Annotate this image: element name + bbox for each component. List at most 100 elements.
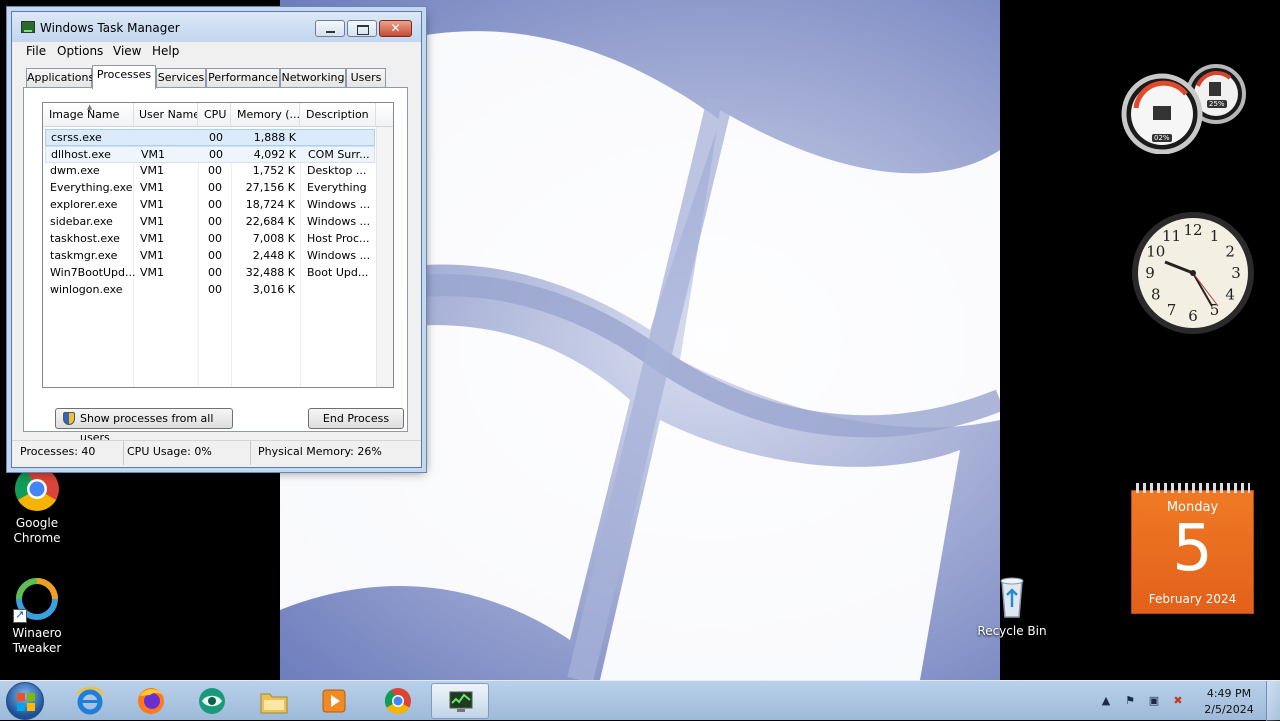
menu-file[interactable]: File (26, 44, 46, 58)
tab-services[interactable]: Services (156, 68, 206, 88)
close-button[interactable]: ✕ (379, 20, 412, 37)
menu-bar: File Options View Help (12, 42, 421, 62)
process-row[interactable]: dwm.exe VM1 00 1,752 K Desktop ... (45, 163, 375, 180)
process-user: VM1 (141, 148, 166, 161)
clock-gadget[interactable]: 12 1 2 3 4 5 6 7 8 9 10 11 (1130, 210, 1256, 336)
tab-processes[interactable]: Processes (92, 65, 156, 89)
show-desktop-button[interactable] (1266, 681, 1280, 721)
process-cpu: 00 (209, 148, 223, 161)
process-description: Desktop ... (307, 164, 367, 177)
task-manager-window[interactable]: Windows Task Manager ✕ File Options View… (11, 11, 422, 468)
process-memory: 1,888 K (253, 131, 296, 144)
process-description: Everything (307, 181, 367, 194)
network-icon[interactable]: ▣ (1147, 694, 1161, 708)
calendar-rings (1136, 483, 1250, 493)
menu-options[interactable]: Options (57, 44, 103, 58)
process-row[interactable]: taskhost.exe VM1 00 7,008 K Host Proc... (45, 231, 375, 248)
process-user (140, 282, 198, 298)
process-cpu: 00 (208, 232, 222, 245)
column-image-name[interactable]: ▲ Image Name (43, 103, 134, 127)
process-name: Win7BootUpd... (50, 266, 136, 279)
show-hidden-icons-icon[interactable]: ▲ (1099, 694, 1113, 708)
tab-networking[interactable]: Networking (280, 68, 346, 88)
clock-numeral: 10 (1146, 243, 1165, 261)
column-memory[interactable]: Memory (... (231, 103, 300, 127)
process-row[interactable]: winlogon.exe 00 3,016 K (45, 282, 375, 299)
clock-numeral: 6 (1188, 307, 1198, 325)
tab-users[interactable]: Users (346, 68, 386, 88)
process-memory: 4,092 K (253, 148, 296, 161)
recycle-bin-icon (988, 573, 1036, 621)
column-cpu[interactable]: CPU (198, 103, 231, 127)
clock-numeral: 9 (1145, 264, 1155, 282)
process-name: csrss.exe (51, 131, 102, 144)
status-bar: Processes: 40 CPU Usage: 0% Physical Mem… (12, 440, 421, 465)
status-physical-memory: Physical Memory: 26% (258, 445, 382, 458)
desktop-icon-chrome[interactable]: Google Chrome (0, 465, 74, 546)
desktop-icon-recycle-bin[interactable]: Recycle Bin (975, 573, 1049, 639)
process-user: VM1 (140, 266, 165, 279)
process-cpu: 00 (208, 249, 222, 262)
process-memory: 1,752 K (252, 164, 295, 177)
process-description (308, 130, 374, 146)
desktop-icon-label: Recycle Bin (977, 624, 1047, 638)
taskbar-chrome[interactable] (369, 683, 427, 719)
process-name: explorer.exe (50, 198, 118, 211)
title-bar[interactable]: Windows Task Manager ✕ (12, 12, 421, 42)
process-row[interactable]: Win7BootUpd... VM1 00 32,488 K Boot Upd... (45, 265, 375, 282)
taskbar-media-player[interactable] (305, 683, 363, 719)
taskbar-app[interactable] (183, 683, 241, 719)
process-row[interactable]: taskmgr.exe VM1 00 2,448 K Windows ... (45, 248, 375, 265)
calendar-gadget[interactable]: Monday 5 February 2024 (1131, 483, 1254, 614)
end-process-button[interactable]: End Process (308, 408, 404, 429)
taskbar-clock-date[interactable]: 2/5/2024 (1200, 703, 1258, 716)
process-description: Windows ... (307, 249, 371, 262)
process-memory: 32,488 K (245, 266, 295, 279)
task-manager-icon (449, 691, 473, 712)
minimize-button[interactable] (315, 20, 345, 37)
process-user: VM1 (140, 198, 165, 211)
taskbar-internet-explorer[interactable] (61, 683, 119, 719)
clock-numeral: 2 (1225, 243, 1235, 261)
vertical-scrollbar[interactable] (376, 127, 393, 387)
menu-help[interactable]: Help (152, 44, 179, 58)
process-row[interactable]: csrss.exe 00 1,888 K (45, 129, 375, 146)
process-row[interactable]: sidebar.exe VM1 00 22,684 K Windows ... (45, 214, 375, 231)
calendar-day-number: 5 (1172, 512, 1213, 586)
process-name: dwm.exe (50, 164, 100, 177)
maximize-button[interactable] (347, 20, 377, 37)
volume-muted-icon[interactable]: ✖ (1171, 694, 1185, 708)
taskbar-file-explorer[interactable] (245, 683, 303, 719)
column-user-name[interactable]: User Name (133, 103, 198, 127)
taskbar-firefox[interactable] (122, 683, 180, 719)
sort-ascending-icon: ▲ (87, 103, 93, 111)
clock-numeral: 1 (1210, 227, 1220, 245)
uac-shield-icon (63, 412, 75, 425)
process-memory: 7,008 K (252, 232, 295, 245)
clock-numeral: 8 (1151, 286, 1161, 304)
winaero-icon (13, 575, 61, 623)
process-name: winlogon.exe (50, 283, 123, 296)
process-description: COM Surr... (308, 148, 370, 161)
clock-numeral: 12 (1183, 221, 1202, 239)
process-name: Everything.exe (50, 181, 133, 194)
taskbar-task-manager[interactable] (431, 683, 489, 719)
tab-applications[interactable]: Applications (26, 68, 94, 88)
start-button[interactable] (6, 682, 44, 720)
cpu-meter-gadget[interactable]: 02% 25% (1120, 62, 1246, 155)
process-list[interactable]: ▲ Image Name User Name CPU Memory (... D… (42, 102, 394, 388)
tab-performance[interactable]: Performance (206, 68, 280, 88)
column-description[interactable]: Description (300, 103, 376, 127)
process-row[interactable]: Everything.exe VM1 00 27,156 K Everything (45, 180, 375, 197)
show-all-processes-button[interactable]: Show processes from all users (55, 408, 233, 444)
process-row[interactable]: explorer.exe VM1 00 18,724 K Windows ... (45, 197, 375, 214)
action-center-flag-icon[interactable]: ⚑ (1123, 694, 1137, 708)
clock-numeral: 7 (1167, 301, 1177, 319)
menu-view[interactable]: View (113, 44, 141, 58)
status-processes: Processes: 40 (12, 441, 124, 465)
process-description: Windows ... (307, 198, 371, 211)
taskbar-clock-time[interactable]: 4:49 PM (1200, 687, 1258, 700)
process-memory: 3,016 K (252, 283, 295, 296)
process-row[interactable]: dllhost.exe VM1 00 4,092 K COM Surr... (45, 146, 375, 163)
desktop-icon-winaero[interactable]: Winaero Tweaker (0, 575, 74, 656)
